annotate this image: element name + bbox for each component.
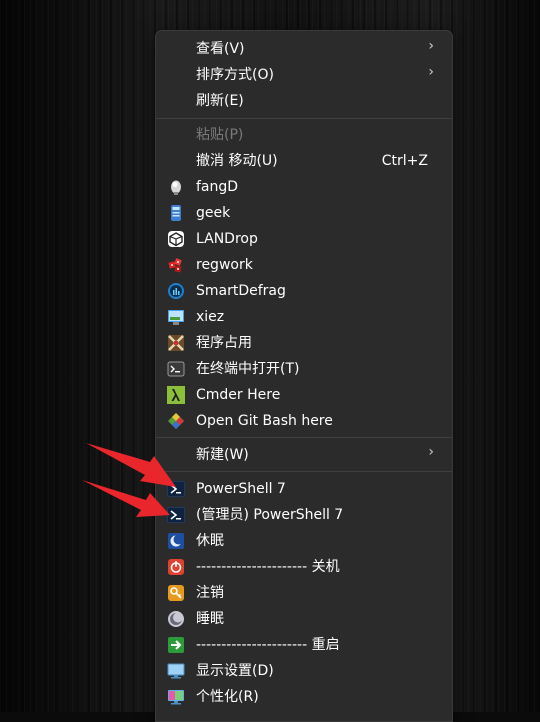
red-arrow-icon (82, 480, 170, 517)
annotation-arrows (82, 443, 176, 517)
red-arrow-icon (86, 443, 176, 487)
